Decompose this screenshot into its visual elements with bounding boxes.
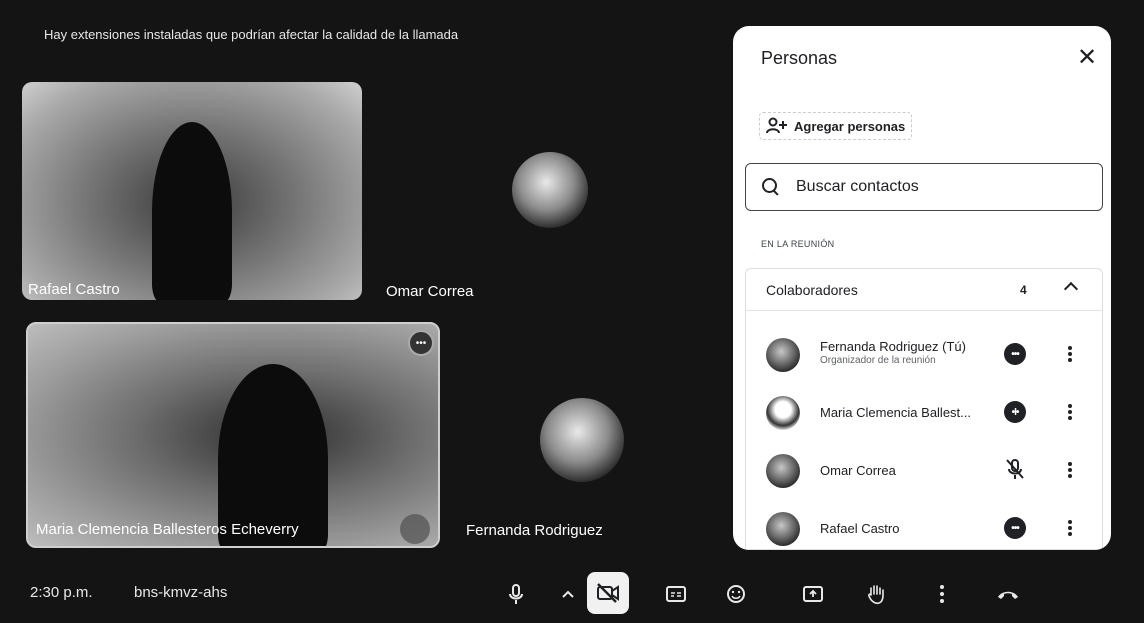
avatar (766, 512, 800, 546)
leave-call-icon[interactable] (992, 578, 1024, 610)
more-options-icon[interactable] (1066, 517, 1074, 539)
list-item[interactable]: Fernanda Rodriguez (Tú) Organizador de l… (746, 325, 1102, 383)
search-icon (762, 178, 780, 196)
group-header[interactable]: Colaboradores (746, 269, 1102, 311)
panel-title: Personas (761, 48, 838, 68)
person-role: Organizador de la reunión (820, 355, 936, 366)
extensions-warning: Hay extensiones instaladas que podrían a… (44, 27, 459, 42)
participant-tile-rafael[interactable] (22, 82, 362, 300)
participant-name: Maria Clemencia Ballesteros Echeverry (36, 521, 299, 538)
mic-off-icon (1006, 459, 1024, 479)
search-input[interactable] (796, 178, 1076, 196)
camera-off-icon[interactable] (587, 572, 629, 614)
person-add-icon (766, 117, 787, 134)
avatar (766, 454, 800, 488)
raise-hand-icon[interactable] (860, 578, 892, 610)
person-name: Omar Correa (820, 463, 896, 478)
list-item[interactable]: Omar Correa (746, 441, 1102, 499)
more-options-icon[interactable] (1066, 401, 1074, 423)
avatar (766, 396, 800, 430)
close-icon[interactable]: ✕ (1073, 44, 1101, 72)
more-options-icon[interactable] (1066, 343, 1074, 365)
chevron-up-icon[interactable] (552, 578, 584, 610)
participant-avatar-fernanda[interactable] (540, 398, 624, 482)
participant-name: Fernanda Rodriguez (466, 522, 603, 539)
group-label: Colaboradores (766, 281, 858, 298)
participant-avatar-omar[interactable] (512, 152, 588, 228)
people-panel: Personas ✕ Agregar personas EN LA REUNIÓ… (733, 26, 1111, 550)
participant-name: Omar Correa (386, 283, 474, 300)
avatar (766, 338, 800, 372)
audio-level-icon: ••• (408, 330, 434, 356)
add-people-label: Agregar personas (794, 118, 906, 134)
audio-level-icon: ••• (1004, 517, 1026, 539)
search-contacts-field[interactable] (745, 163, 1103, 211)
meeting-stage: Hay extensiones instaladas que podrían a… (0, 0, 1144, 623)
emoji-icon[interactable] (720, 578, 752, 610)
section-label: EN LA REUNIÓN (761, 239, 835, 249)
add-people-button[interactable]: Agregar personas (759, 112, 913, 140)
person-name: Maria Clemencia Ballest... (820, 405, 971, 420)
audio-level-icon: ••• (1004, 343, 1026, 365)
list-item[interactable]: Rafael Castro ••• (746, 499, 1102, 550)
list-item[interactable]: Maria Clemencia Ballest... •I• (746, 383, 1102, 441)
meeting-code[interactable]: bns-kmvz-ahs (134, 584, 227, 601)
person-name: Rafael Castro (820, 521, 900, 536)
audio-level-icon: •I• (1004, 401, 1026, 423)
group-count: 4 (1020, 283, 1027, 297)
participant-silhouette (152, 122, 232, 300)
meeting-time: 2:30 p.m. (30, 584, 93, 601)
present-icon[interactable] (797, 578, 829, 610)
more-options-icon[interactable] (926, 578, 958, 610)
participant-name: Rafael Castro (28, 281, 120, 298)
pin-icon[interactable] (400, 514, 430, 544)
person-name: Fernanda Rodriguez (Tú) (820, 339, 966, 354)
captions-icon[interactable] (660, 578, 692, 610)
participant-tile-maria[interactable]: ••• (26, 322, 440, 548)
more-options-icon[interactable] (1066, 459, 1074, 481)
collaborators-group: Colaboradores 4 Fernanda Rodriguez (Tú) … (745, 268, 1103, 550)
mic-icon[interactable] (500, 578, 532, 610)
